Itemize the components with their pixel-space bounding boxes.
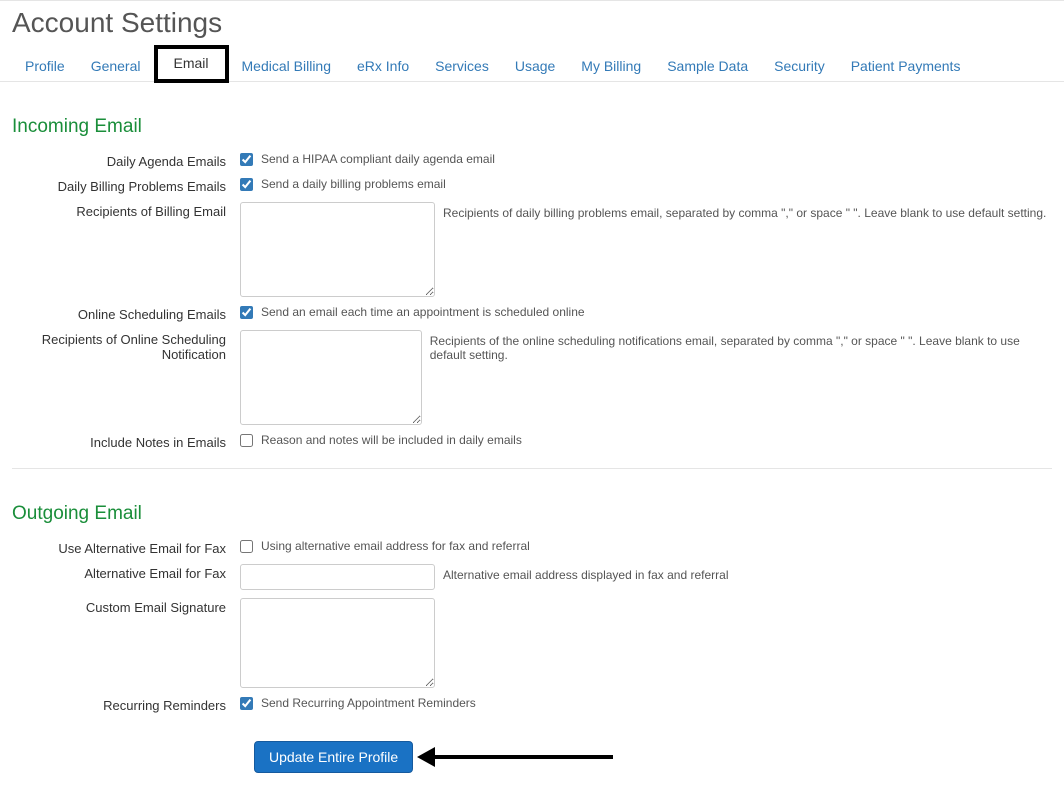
tab-sample-data[interactable]: Sample Data xyxy=(654,49,761,82)
online-scheduling-checkbox[interactable] xyxy=(240,306,253,319)
daily-billing-checkbox[interactable] xyxy=(240,178,253,191)
tab-patient-payments[interactable]: Patient Payments xyxy=(838,49,974,82)
update-profile-button[interactable]: Update Entire Profile xyxy=(254,741,413,773)
recurring-reminders-text: Send Recurring Appointment Reminders xyxy=(261,696,476,710)
recurring-reminders-checkbox[interactable] xyxy=(240,697,253,710)
recipients-billing-textarea[interactable] xyxy=(240,202,435,297)
tab-services[interactable]: Services xyxy=(422,49,502,82)
tab-usage[interactable]: Usage xyxy=(502,49,568,82)
alt-email-fax-label: Alternative Email for Fax xyxy=(12,564,240,581)
tab-medical-billing[interactable]: Medical Billing xyxy=(229,49,344,82)
custom-signature-label: Custom Email Signature xyxy=(12,598,240,615)
arrow-annotation-icon xyxy=(433,755,613,759)
custom-signature-textarea[interactable] xyxy=(240,598,435,688)
incoming-email-title: Incoming Email xyxy=(12,116,1052,138)
tab-erx-info[interactable]: eRx Info xyxy=(344,49,422,82)
recipients-online-scheduling-label: Recipients of Online Scheduling Notifica… xyxy=(12,330,240,362)
recipients-billing-help: Recipients of daily billing problems ema… xyxy=(443,202,1046,220)
outgoing-email-title: Outgoing Email xyxy=(12,503,1052,525)
alt-email-fax-help: Alternative email address displayed in f… xyxy=(443,564,728,582)
tabs-nav: Profile General Email Medical Billing eR… xyxy=(0,49,1064,82)
include-notes-checkbox[interactable] xyxy=(240,434,253,447)
outgoing-email-section: Outgoing Email Use Alternative Email for… xyxy=(0,503,1064,773)
incoming-email-section: Incoming Email Daily Agenda Emails Send … xyxy=(0,116,1064,469)
online-scheduling-text: Send an email each time an appointment i… xyxy=(261,305,585,319)
include-notes-text: Reason and notes will be included in dai… xyxy=(261,433,522,447)
daily-agenda-checkbox[interactable] xyxy=(240,153,253,166)
use-alt-email-fax-text: Using alternative email address for fax … xyxy=(261,539,530,553)
tab-email[interactable]: Email xyxy=(154,45,229,83)
use-alt-email-fax-label: Use Alternative Email for Fax xyxy=(12,539,240,556)
daily-billing-label: Daily Billing Problems Emails xyxy=(12,177,240,194)
daily-agenda-text: Send a HIPAA compliant daily agenda emai… xyxy=(261,152,495,166)
page-title: Account Settings xyxy=(0,1,1064,49)
section-divider xyxy=(12,468,1052,469)
tab-security[interactable]: Security xyxy=(761,49,838,82)
online-scheduling-label: Online Scheduling Emails xyxy=(12,305,240,322)
tab-my-billing[interactable]: My Billing xyxy=(568,49,654,82)
recurring-reminders-label: Recurring Reminders xyxy=(12,696,240,713)
daily-billing-text: Send a daily billing problems email xyxy=(261,177,446,191)
use-alt-email-fax-checkbox[interactable] xyxy=(240,540,253,553)
recipients-online-scheduling-textarea[interactable] xyxy=(240,330,422,425)
daily-agenda-label: Daily Agenda Emails xyxy=(12,152,240,169)
recipients-online-scheduling-help: Recipients of the online scheduling noti… xyxy=(430,330,1052,362)
recipients-billing-label: Recipients of Billing Email xyxy=(12,202,240,219)
tab-profile[interactable]: Profile xyxy=(12,49,78,82)
alt-email-fax-input[interactable] xyxy=(240,564,435,590)
tab-general[interactable]: General xyxy=(78,49,154,82)
include-notes-label: Include Notes in Emails xyxy=(12,433,240,450)
